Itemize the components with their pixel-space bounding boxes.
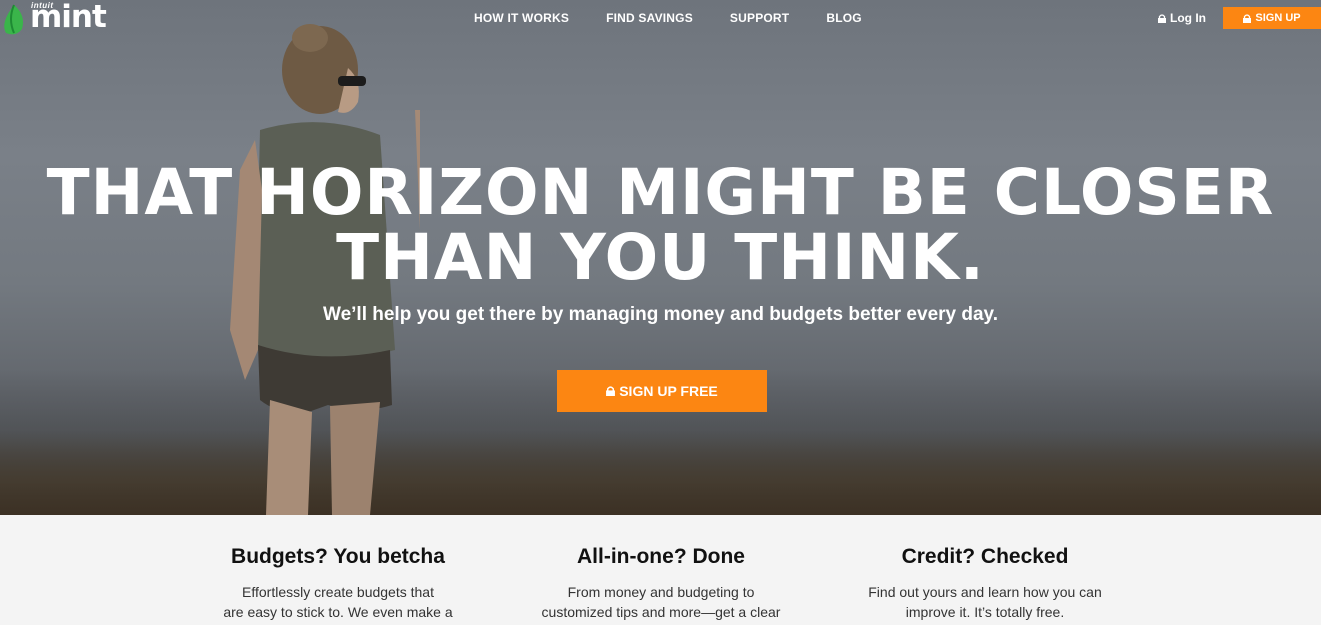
- signup-free-label: SIGN UP FREE: [619, 383, 718, 399]
- feature-line: From money and budgeting to: [567, 584, 755, 600]
- feature-all-in-one: All-in-one? Done From money and budgetin…: [511, 545, 811, 622]
- features-section: Budgets? You betcha Effortlessly create …: [0, 515, 1321, 625]
- logo-mint-text: mint: [30, 0, 107, 35]
- feature-credit: Credit? Checked Find out yours and learn…: [835, 545, 1135, 622]
- nav-find-savings[interactable]: FIND SAVINGS: [606, 11, 693, 25]
- hero-subhead: We’ll help you get there by managing mon…: [322, 304, 998, 325]
- lock-icon: [1158, 13, 1166, 23]
- login-label: Log In: [1170, 11, 1206, 25]
- lock-icon: [606, 386, 616, 396]
- nav-support[interactable]: SUPPORT: [730, 11, 789, 25]
- feature-description: Find out yours and learn how you can imp…: [835, 582, 1135, 622]
- feature-description: From money and budgeting to customized t…: [511, 582, 811, 622]
- nav-blog[interactable]: BLOG: [826, 11, 861, 25]
- hero-grass-foreground: [0, 430, 1321, 515]
- feature-title: Budgets? You betcha: [231, 545, 445, 568]
- feature-title: Credit? Checked: [901, 545, 1069, 568]
- lock-icon: [1243, 13, 1252, 23]
- feature-line: are easy to stick to. We even make a: [223, 604, 453, 620]
- nav-how-it-works[interactable]: HOW IT WORKS: [474, 11, 569, 25]
- hero-headline-line2: THAN YOU THINK.: [336, 221, 985, 294]
- feature-line: customized tips and more—get a clear: [541, 604, 781, 620]
- login-link[interactable]: Log In: [1158, 11, 1206, 25]
- feature-line: Find out yours and learn how you can: [868, 584, 1102, 600]
- feature-line: improve it. It’s totally free.: [905, 604, 1065, 620]
- feature-budgets: Budgets? You betcha Effortlessly create …: [188, 545, 488, 622]
- signup-free-button[interactable]: SIGN UP FREE: [557, 370, 767, 412]
- main-nav: HOW IT WORKS FIND SAVINGS SUPPORT BLOG: [474, 11, 899, 25]
- signup-label: SIGN UP: [1255, 12, 1301, 24]
- feature-line: Effortlessly create budgets that: [242, 584, 434, 600]
- feature-description: Effortlessly create budgets that are eas…: [188, 582, 488, 622]
- hero-headline-line1: THAT HORIZON MIGHT BE CLOSER: [46, 156, 1275, 229]
- signup-button[interactable]: SIGN UP: [1223, 7, 1321, 29]
- feature-title: All-in-one? Done: [577, 545, 745, 568]
- hero-headline: THAT HORIZON MIGHT BE CLOSER THAN YOU TH…: [0, 160, 1321, 290]
- mint-logo[interactable]: intuit mint: [0, 0, 107, 38]
- mint-leaf-icon: [4, 4, 23, 35]
